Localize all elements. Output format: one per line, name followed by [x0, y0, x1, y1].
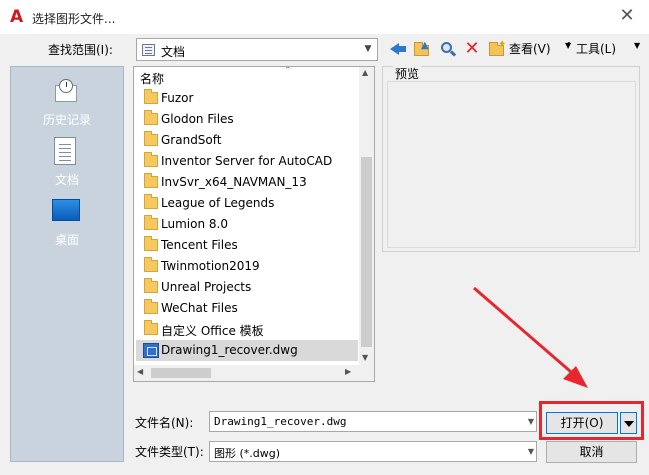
horizontal-scroll-thumb[interactable]: [151, 368, 211, 378]
menu-dot-icon: •: [566, 39, 572, 50]
file-list[interactable]: 名称 ⌃ Fuzor Glodon Files GrandSoft Inventor …: [133, 66, 375, 382]
folder-row[interactable]: 自定义 Office 模板: [136, 319, 358, 340]
folder-row[interactable]: Twinmotion2019: [136, 256, 358, 277]
folder-icon: [144, 110, 158, 125]
folder-row[interactable]: WeChat Files: [136, 298, 358, 319]
window-title: 选择图形文件...: [32, 12, 116, 26]
history-icon: [53, 79, 79, 103]
look-in-value: 文档: [161, 45, 186, 59]
filename-input[interactable]: Drawing1_recover.dwg ▼: [209, 411, 537, 432]
views-label: 查看(V): [509, 42, 551, 56]
up-folder-icon[interactable]: ▲: [412, 40, 432, 58]
close-icon[interactable]: ✕: [617, 6, 637, 26]
back-arrow-icon[interactable]: [388, 40, 408, 58]
place-label: 文档: [54, 173, 79, 187]
documents-icon: [142, 44, 155, 56]
folder-row[interactable]: Fuzor: [136, 88, 358, 109]
preview-group: 预览: [382, 65, 640, 252]
file-name: Unreal Projects: [161, 280, 252, 294]
up-arrow-icon: ▲: [421, 40, 429, 51]
folder-row[interactable]: Lumion 8.0: [136, 214, 358, 235]
place-desktop[interactable]: 桌面: [11, 193, 123, 253]
folder-icon: [144, 215, 158, 230]
title-bar: A 选择图形文件... ✕: [0, 0, 649, 34]
place-label: 桌面: [54, 233, 79, 247]
file-name: InvSvr_x64_NAVMAN_13: [161, 175, 307, 189]
tools-label: 工具(L): [576, 42, 617, 56]
column-header-label: 名称: [140, 72, 165, 86]
folder-row[interactable]: Tencent Files: [136, 235, 358, 256]
search-web-icon[interactable]: [438, 40, 458, 58]
folder-icon: [144, 278, 158, 293]
folder-row[interactable]: League of Legends: [136, 193, 358, 214]
file-name: Glodon Files: [161, 112, 234, 126]
file-name: 自定义 Office 模板: [161, 324, 264, 338]
sparkle-icon: ✦: [498, 39, 507, 50]
filetype-select[interactable]: 图形 (*.dwg) ▼: [209, 441, 537, 462]
file-name: Fuzor: [161, 91, 194, 105]
magnifier-handle: [449, 50, 457, 57]
document-icon: [54, 137, 76, 165]
column-header-name[interactable]: 名称 ⌃: [134, 67, 360, 87]
vertical-scroll-thumb[interactable]: [361, 157, 372, 347]
annotation-highlight-box: [539, 401, 644, 440]
folder-icon: [144, 299, 158, 314]
views-menu[interactable]: 查看(V) ▼: [507, 39, 571, 59]
file-name: Twinmotion2019: [161, 259, 260, 273]
look-in-label: 查找范围(I):: [48, 43, 113, 57]
folder-row[interactable]: GrandSoft: [136, 130, 358, 151]
sort-up-icon: ⌃: [284, 66, 292, 76]
file-name: GrandSoft: [161, 133, 222, 147]
tools-menu[interactable]: • 工具(L) ▼: [566, 39, 640, 59]
file-name: League of Legends: [161, 196, 275, 210]
chevron-down-icon[interactable]: ▼: [528, 447, 534, 456]
filename-value: Drawing1_recover.dwg: [214, 415, 347, 428]
folder-icon: [144, 173, 158, 188]
scroll-right-icon[interactable]: ▶: [345, 367, 351, 376]
folder-row[interactable]: InvSvr_x64_NAVMAN_13: [136, 172, 358, 193]
folder-row[interactable]: Glodon Files: [136, 109, 358, 130]
folder-icon: [144, 257, 158, 272]
file-name: Lumion 8.0: [161, 217, 228, 231]
folder-icon: [144, 131, 158, 146]
delete-icon[interactable]: ✕: [462, 40, 482, 58]
vertical-scrollbar[interactable]: ▲ ▼: [359, 67, 374, 365]
place-history[interactable]: 历史记录: [11, 73, 123, 133]
places-bar: 历史记录 文档 桌面: [10, 66, 124, 462]
chevron-down-icon[interactable]: ▼: [528, 417, 534, 426]
scroll-up-icon[interactable]: ▲: [362, 68, 368, 77]
look-in-dropdown[interactable]: 文档 ▼: [136, 38, 378, 61]
cancel-button[interactable]: 取消: [546, 441, 637, 463]
desktop-icon: [52, 199, 80, 221]
folder-row[interactable]: Unreal Projects: [136, 277, 358, 298]
file-name: WeChat Files: [161, 301, 238, 315]
filename-label: 文件名(N):: [135, 416, 194, 430]
place-documents[interactable]: 文档: [11, 133, 123, 193]
file-name: Tencent Files: [161, 238, 238, 252]
place-label: 历史记录: [42, 113, 91, 127]
folder-icon: [144, 89, 158, 104]
folder-icon: [144, 236, 158, 251]
file-name: Inventor Server for AutoCAD: [161, 154, 333, 168]
folder-row[interactable]: Inventor Server for AutoCAD: [136, 151, 358, 172]
autocad-logo-icon: A: [10, 7, 24, 27]
scroll-left-icon[interactable]: ◀: [137, 367, 143, 376]
chevron-down-icon[interactable]: ▼: [359, 39, 377, 60]
filetype-label: 文件类型(T):: [135, 445, 204, 459]
dwg-file-icon: [143, 343, 159, 358]
scroll-down-icon[interactable]: ▼: [362, 353, 368, 362]
preview-label: 预览: [393, 65, 422, 82]
folder-icon: [144, 152, 158, 167]
new-folder-icon[interactable]: ✦: [487, 39, 507, 58]
tools-dropdown-icon: ▼: [634, 41, 641, 50]
file-row-selected[interactable]: Drawing1_recover.dwg: [136, 340, 358, 361]
filetype-value: 图形 (*.dwg): [214, 447, 281, 460]
folder-icon: [144, 194, 158, 209]
folder-icon: [144, 320, 158, 335]
file-name: Drawing1_recover.dwg: [161, 343, 298, 357]
horizontal-scrollbar[interactable]: ◀ ▶: [134, 365, 374, 381]
clock-icon: [59, 79, 73, 93]
preview-pane: [387, 81, 636, 248]
